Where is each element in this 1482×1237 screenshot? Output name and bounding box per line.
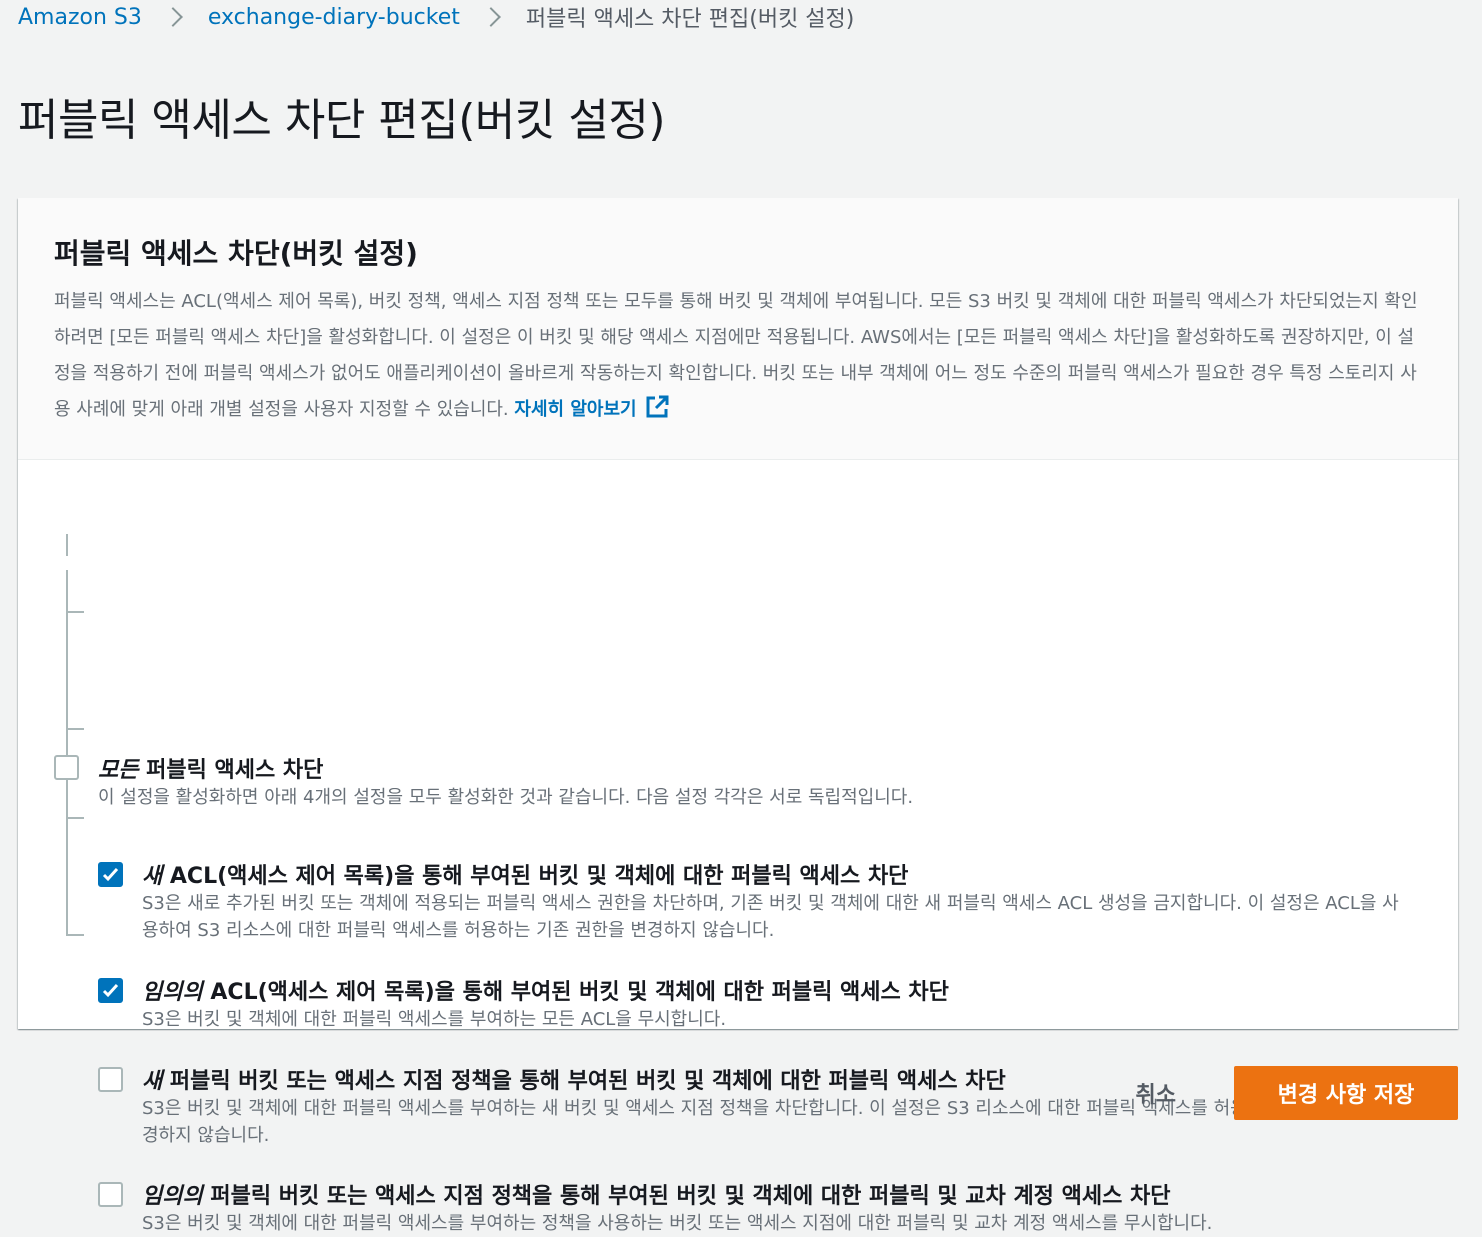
tree-branch bbox=[66, 611, 84, 613]
option-emphasis: 모든 bbox=[98, 758, 139, 783]
tree-branch bbox=[66, 934, 84, 936]
panel-title: 퍼블릭 액세스 차단(버킷 설정) bbox=[54, 237, 418, 270]
tree-branch bbox=[66, 817, 84, 819]
breadcrumb-current: 퍼블릭 액세스 차단 편집(버킷 설정) bbox=[525, 7, 855, 32]
checkbox-block-new-acl[interactable] bbox=[98, 862, 123, 887]
panel-description: 퍼블릭 액세스는 ACL(액세스 제어 목록), 버킷 정책, 액세스 지점 정… bbox=[54, 284, 1424, 428]
option-label: 임의의 퍼블릭 버킷 또는 액세스 지점 정책을 통해 부여된 버킷 및 객체에… bbox=[142, 1178, 1170, 1210]
form-footer: 취소 변경 사항 저장 bbox=[1112, 1066, 1458, 1120]
external-link-icon bbox=[646, 395, 669, 418]
checkbox-block-any-acl[interactable] bbox=[98, 978, 123, 1003]
page-title: 퍼블릭 액세스 차단 편집(버킷 설정) bbox=[18, 95, 666, 146]
option-label-text: 퍼블릭 액세스 차단 bbox=[138, 758, 324, 783]
option-emphasis: 임의의 bbox=[142, 980, 203, 1005]
save-changes-button[interactable]: 변경 사항 저장 bbox=[1234, 1066, 1458, 1120]
checkbox-block-new-policy[interactable] bbox=[98, 1067, 123, 1092]
option-label-text: 퍼블릭 버킷 또는 액세스 지점 정책을 통해 부여된 버킷 및 객체에 대한 … bbox=[202, 1184, 1171, 1209]
breadcrumb-bucket[interactable]: exchange-diary-bucket bbox=[208, 5, 460, 30]
learn-more-link[interactable]: 자세히 알아보기 bbox=[514, 395, 669, 420]
option-label-text: ACL(액세스 제어 목록)을 통해 부여된 버킷 및 객체에 대한 퍼블릭 액… bbox=[202, 980, 949, 1005]
option-label: 임의의 ACL(액세스 제어 목록)을 통해 부여된 버킷 및 객체에 대한 퍼… bbox=[142, 974, 949, 1006]
learn-more-label: 자세히 알아보기 bbox=[514, 399, 637, 420]
tree-vertical-line bbox=[66, 570, 68, 936]
option-label: 모든 퍼블릭 액세스 차단 bbox=[98, 752, 323, 784]
panel-header: 퍼블릭 액세스 차단(버킷 설정) 퍼블릭 액세스는 ACL(액세스 제어 목록… bbox=[18, 198, 1458, 460]
option-emphasis: 새 bbox=[142, 864, 163, 889]
option-description: 이 설정을 활성화하면 아래 4개의 설정을 모두 활성화한 것과 같습니다. … bbox=[98, 787, 914, 808]
option-label: 새 퍼블릭 버킷 또는 액세스 지점 정책을 통해 부여된 버킷 및 객체에 대… bbox=[142, 1063, 1006, 1095]
option-emphasis: 임의의 bbox=[142, 1184, 203, 1209]
chevron-right-icon bbox=[480, 7, 501, 27]
option-description: S3은 버킷 및 객체에 대한 퍼블릭 액세스를 부여하는 정책을 사용하는 버… bbox=[142, 1213, 1213, 1234]
cancel-button[interactable]: 취소 bbox=[1112, 1077, 1200, 1109]
breadcrumb-amazon-s3[interactable]: Amazon S3 bbox=[18, 5, 142, 30]
tree-branch bbox=[66, 728, 84, 730]
option-label: 새 ACL(액세스 제어 목록)을 통해 부여된 버킷 및 객체에 대한 퍼블릭… bbox=[142, 858, 908, 890]
checkbox-block-all[interactable] bbox=[54, 755, 79, 780]
option-label-text: ACL(액세스 제어 목록)을 통해 부여된 버킷 및 객체에 대한 퍼블릭 액… bbox=[162, 864, 909, 889]
breadcrumb: Amazon S3 exchange-diary-bucket 퍼블릭 액세스 … bbox=[18, 2, 855, 33]
option-description: S3은 버킷 및 객체에 대한 퍼블릭 액세스를 부여하는 모든 ACL을 무시… bbox=[142, 1009, 727, 1030]
checkbox-block-any-policy[interactable] bbox=[98, 1182, 123, 1207]
chevron-right-icon bbox=[162, 7, 183, 27]
check-icon bbox=[102, 983, 119, 998]
option-description: S3은 새로 추가된 버킷 또는 객체에 적용되는 퍼블릭 액세스 권한을 차단… bbox=[142, 893, 1399, 941]
option-emphasis: 새 bbox=[142, 1069, 163, 1094]
panel-description-text: 퍼블릭 액세스는 ACL(액세스 제어 목록), 버킷 정책, 액세스 지점 정… bbox=[54, 291, 1418, 420]
block-public-access-panel: 퍼블릭 액세스 차단(버킷 설정) 퍼블릭 액세스는 ACL(액세스 제어 목록… bbox=[18, 198, 1458, 1234]
tree-vertical-line-top bbox=[66, 534, 68, 556]
check-icon bbox=[102, 867, 119, 882]
option-label-text: 퍼블릭 버킷 또는 액세스 지점 정책을 통해 부여된 버킷 및 객체에 대한 … bbox=[162, 1069, 1006, 1094]
